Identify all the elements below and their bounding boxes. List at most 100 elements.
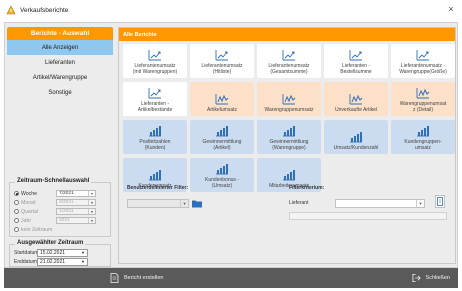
exit-icon <box>412 273 421 283</box>
radio-label: Monat <box>21 199 36 206</box>
nav-item-suppliers[interactable]: Lieferanten <box>7 55 113 70</box>
line-chart-icon <box>148 50 161 61</box>
chevron-down-icon[interactable]: ▾ <box>79 250 87 256</box>
year-select[interactable]: 2021 ▾ <box>56 217 96 224</box>
line-chart-icon <box>416 50 429 61</box>
report-tile[interactable]: Artikelumsatz <box>190 82 254 116</box>
end-date-row: Enddatum 21.02.2021 ▾ <box>14 257 88 266</box>
quick-period-title: Zeitraum-Schnellauswahl <box>15 178 92 184</box>
start-date-field[interactable]: 15.02.2021 ▾ <box>37 248 88 257</box>
start-date-row: Startdatum 15.02.2021 ▾ <box>14 248 88 257</box>
report-tile[interactable]: Lieferantenumsatz - Warengruppe(Größe) <box>391 44 455 78</box>
week-value: 7/2021 <box>59 191 74 196</box>
report-tile-label: Unverkaufte Artikel <box>335 107 377 113</box>
radio-button[interactable] <box>14 227 19 232</box>
report-tile-sublabel: (Kunden) <box>144 145 166 151</box>
report-tile[interactable]: Warengruppenumsat z (Detail) <box>391 82 455 116</box>
report-tile[interactable]: Kundengruppen-umsatz <box>391 120 455 154</box>
wave-chart-icon <box>349 94 363 105</box>
create-report-button[interactable]: Bericht erstellen <box>110 270 250 286</box>
filter-criteria-select[interactable]: ▾ <box>335 199 425 208</box>
radio-button[interactable] <box>14 209 19 214</box>
radio-label: Quartal <box>21 208 39 215</box>
report-tile[interactable]: Unverkaufte Artikel <box>324 82 388 116</box>
line-chart-icon <box>148 88 161 99</box>
report-tile-sublabel: umsatz <box>414 145 432 151</box>
window-title: Verkaufsberichte <box>20 6 69 14</box>
report-tile[interactable]: Lieferantenumsatz (mit Warengruppen) <box>123 44 187 78</box>
wave-chart-icon <box>215 94 229 105</box>
report-tile-sublabel: (Warengruppe) <box>272 145 306 151</box>
filter-options-button[interactable] <box>435 195 445 208</box>
report-selection-header: Berichte - Auswahl <box>7 27 113 40</box>
close-icon[interactable]: × <box>446 4 456 14</box>
week-select[interactable]: 7/2021 ▾ <box>56 190 96 197</box>
chevron-down-icon[interactable]: ▾ <box>79 259 87 265</box>
report-tile-sublabel: (Umsatz) <box>211 183 233 189</box>
report-tile[interactable]: Lieferanten - Artikelbestände <box>123 82 187 116</box>
bar-chart-icon <box>417 126 429 137</box>
footer-bar: Bericht erstellen Schließen <box>4 268 458 288</box>
radio-quarter[interactable]: Quartal <box>14 207 38 216</box>
nav-item-article-group[interactable]: Artikel/Warengruppe <box>7 70 113 85</box>
radio-label: Jahr <box>21 217 32 224</box>
user-filter-select[interactable]: ▾ <box>127 199 189 208</box>
filter-criteria-bar[interactable] <box>289 212 447 220</box>
end-date-label: Enddatum <box>14 258 37 265</box>
report-tile-label: Umsatz/Kundenzahl <box>333 145 379 151</box>
bar-chart-icon <box>350 132 362 143</box>
quarter-select[interactable]: 1/2021 ▾ <box>56 208 96 215</box>
filter-criteria-sublabel: Lieferant <box>289 200 309 206</box>
end-date-value: 21.02.2021 <box>40 258 66 265</box>
selected-period-group: Ausgewählter Zeitraum Startdatum 15.02.2… <box>9 240 111 267</box>
month-value: 2/2021 <box>59 200 74 205</box>
report-tile-sublabel: Warengruppe(Größe) <box>399 69 447 75</box>
radio-week[interactable]: Woche <box>14 189 37 198</box>
report-tile-sublabel: Artikelbestände <box>137 107 173 113</box>
report-tile[interactable]: Kundenbonus - (Umsatz) <box>190 158 254 192</box>
radio-button[interactable] <box>14 200 19 205</box>
end-date-field[interactable]: 21.02.2021 ▾ <box>37 257 88 266</box>
report-tile[interactable]: Lieferantenumsatz (Gesamtsumme) <box>257 44 321 78</box>
report-tile[interactable]: Lieferanten - Bestellsumme <box>324 44 388 78</box>
all-reports-header: Alle Berichte <box>119 28 455 41</box>
radio-no-period[interactable]: kein Zeitraum <box>14 225 52 234</box>
line-chart-icon <box>215 50 228 61</box>
report-tile[interactable]: Warengruppenumsatz <box>257 82 321 116</box>
report-tile[interactable]: Lieferantenumsatz (Hitliste) <box>190 44 254 78</box>
bar-chart-icon <box>216 126 228 137</box>
report-tile[interactable]: Gewinnermittlung (Warengruppe) <box>257 120 321 154</box>
wave-chart-icon <box>282 94 296 105</box>
radio-label: Woche <box>21 190 38 197</box>
radio-month[interactable]: Monat <box>14 198 35 207</box>
radio-button[interactable] <box>14 191 19 196</box>
close-button[interactable]: Schließen <box>390 270 450 286</box>
nav-item-all[interactable]: Alle Anzeigen <box>7 40 113 55</box>
quick-period-group: Zeitraum-Schnellauswahl Woche 7/2021 ▾ M… <box>9 178 111 237</box>
document-icon <box>437 197 443 206</box>
report-tile-label: Warengruppenumsatz <box>264 107 314 113</box>
year-value: 2021 <box>59 218 70 223</box>
bar-chart-icon <box>149 126 161 137</box>
user-filter-label: Benutzerdefinierter Filter: <box>127 185 189 191</box>
folder-icon[interactable] <box>192 199 202 208</box>
report-tile-sublabel: (mit Warengruppen) <box>132 69 178 75</box>
create-report-label: Bericht erstellen <box>124 275 164 281</box>
chevron-down-icon: ▾ <box>88 218 95 223</box>
nav-item-other[interactable]: Sonstige <box>7 85 113 100</box>
quarter-value: 1/2021 <box>59 209 74 214</box>
month-select[interactable]: 2/2021 ▾ <box>56 199 96 206</box>
report-tile-sublabel: Bestellsumme <box>340 69 372 75</box>
radio-button[interactable] <box>14 218 19 223</box>
chevron-down-icon: ▾ <box>416 200 424 207</box>
report-tile-sublabel: z (Detail) <box>412 107 433 113</box>
line-chart-icon <box>282 50 295 61</box>
report-tile[interactable]: Gewinnermittlung (Artikel) <box>190 120 254 154</box>
report-tile[interactable]: Umsatz/Kundenzahl <box>324 120 388 154</box>
report-app-icon <box>6 5 16 15</box>
bar-chart-icon <box>283 126 295 137</box>
report-tile[interactable]: Postleitzahlen (Kunden) <box>123 120 187 154</box>
report-tile-label: Artikelumsatz <box>206 107 237 113</box>
report-tile-sublabel: (Artikel) <box>213 145 231 151</box>
radio-year[interactable]: Jahr <box>14 216 31 225</box>
